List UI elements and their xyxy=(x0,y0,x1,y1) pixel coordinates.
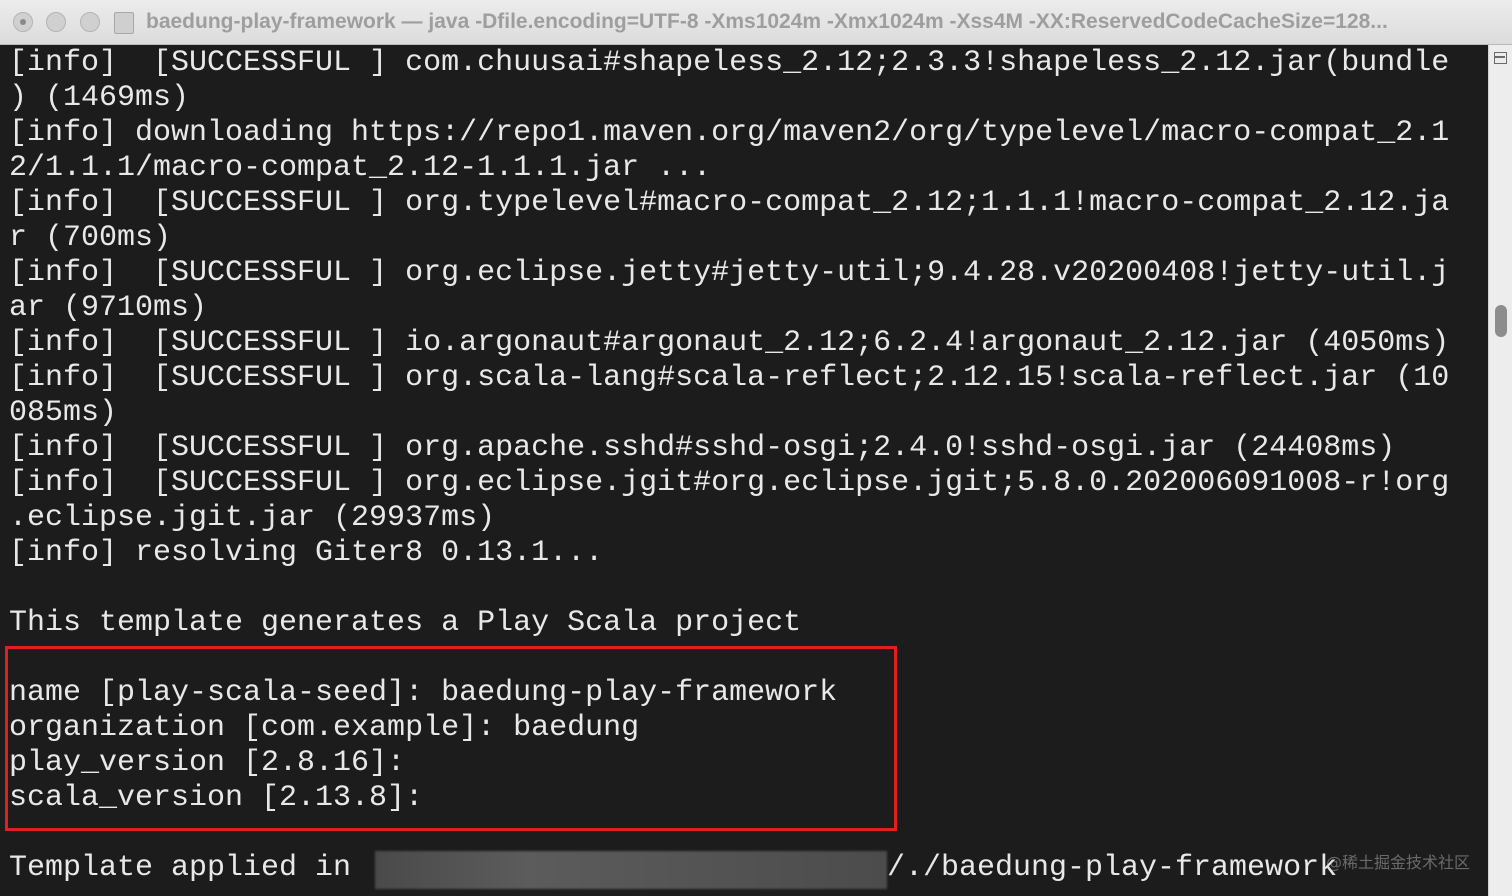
scrollbar[interactable] xyxy=(1488,45,1512,896)
terminal-line: [info] [SUCCESSFUL ] org.scala-lang#scal… xyxy=(9,361,1450,395)
watermark: @稀土掘金技术社区 xyxy=(1326,853,1471,872)
close-button[interactable] xyxy=(13,12,33,32)
window-title: baedung-play-framework — java -Dfile.enc… xyxy=(146,10,1388,33)
terminal-line: This template generates a Play Scala pro… xyxy=(9,606,802,640)
split-pane-icon[interactable] xyxy=(1494,52,1507,64)
terminal-line: Template applied in xyxy=(9,851,370,885)
minimize-button[interactable] xyxy=(46,12,66,32)
terminal-line: [info] downloading https://repo1.maven.o… xyxy=(9,116,1450,150)
terminal-line: [info] [SUCCESSFUL ] org.typelevel#macro… xyxy=(9,186,1450,220)
redacted-path xyxy=(375,851,887,889)
scrollbar-thumb[interactable] xyxy=(1495,305,1507,337)
terminal-line: [info] [SUCCESSFUL ] org.eclipse.jgit#or… xyxy=(9,466,1450,500)
terminal-line: [info] [SUCCESSFUL ] org.apache.sshd#ssh… xyxy=(9,431,1396,465)
terminal-line: .eclipse.jgit.jar (29937ms) xyxy=(9,501,496,535)
terminal-line: [info] [SUCCESSFUL ] com.chuusai#shapele… xyxy=(9,46,1450,80)
highlight-box xyxy=(5,646,897,831)
terminal-output[interactable]: [info] [SUCCESSFUL ] com.chuusai#shapele… xyxy=(0,45,1488,896)
zoom-button[interactable] xyxy=(80,12,100,32)
terminal-line: ) (1469ms) xyxy=(9,81,190,115)
terminal-line: ar (9710ms) xyxy=(9,291,208,325)
title-bar[interactable]: baedung-play-framework — java -Dfile.enc… xyxy=(0,0,1512,45)
terminal-window: baedung-play-framework — java -Dfile.enc… xyxy=(0,0,1512,896)
terminal-line: [info] [SUCCESSFUL ] io.argonaut#argonau… xyxy=(9,326,1450,360)
terminal-line: 2/1.1.1/macro-compat_2.12-1.1.1.jar ... xyxy=(9,151,712,185)
applied-path-suffix: /./baedung-play-framework xyxy=(887,851,1338,885)
terminal-line: r (700ms) xyxy=(9,221,172,255)
terminal-line: [info] resolving Giter8 0.13.1... xyxy=(9,536,604,570)
terminal-line: [info] [SUCCESSFUL ] org.eclipse.jetty#j… xyxy=(9,256,1450,290)
terminal-line: 085ms) xyxy=(9,396,118,430)
document-icon xyxy=(114,12,134,34)
